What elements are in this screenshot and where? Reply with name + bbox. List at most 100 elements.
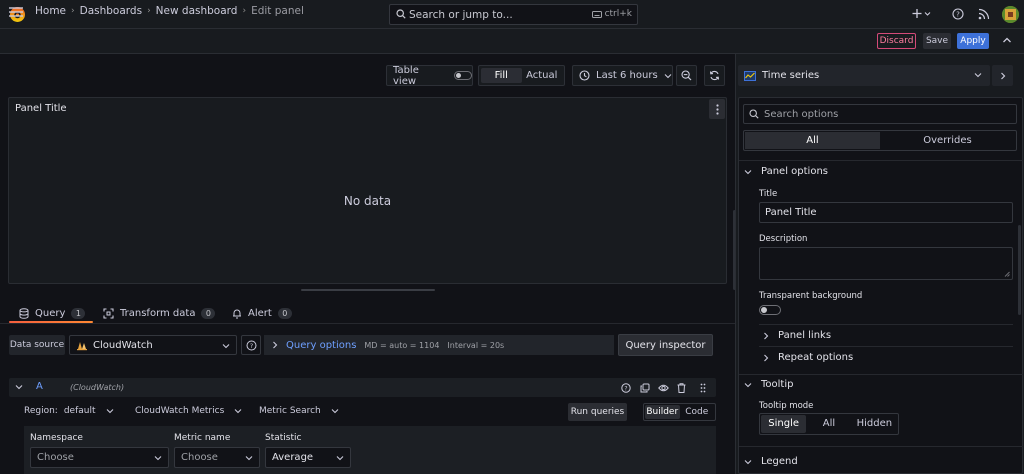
query-options-link[interactable]: Query options	[286, 340, 356, 351]
breadcrumb-dashboards[interactable]: Dashboards	[80, 5, 142, 17]
breadcrumb-home[interactable]: Home	[35, 5, 66, 17]
chevron-up-icon[interactable]	[1002, 36, 1012, 44]
tab-transform[interactable]: Transform data 0	[103, 304, 216, 322]
new-menu-button[interactable]	[911, 7, 933, 22]
repeat-options-section[interactable]: Repeat options	[763, 352, 853, 363]
editor-mode-radio[interactable]: Builder Code	[643, 403, 716, 421]
metric-name-select[interactable]: Choose	[174, 447, 260, 468]
tab-query[interactable]: Query 1	[19, 304, 86, 322]
statistic-select[interactable]: Average	[265, 447, 351, 468]
metric-name-label: Metric name	[174, 433, 231, 443]
chevron-down-icon	[744, 459, 752, 465]
code-option[interactable]: Code	[680, 405, 715, 419]
datasource-select[interactable]: CloudWatch	[69, 335, 237, 355]
time-series-icon	[744, 70, 756, 81]
pane-resize-handle[interactable]	[301, 289, 435, 291]
title-input[interactable]: Panel Title	[759, 202, 1013, 223]
query-options-bar[interactable]: Query options MD = auto = 1104 Interval …	[264, 335, 614, 355]
interval-value: Interval = 20s	[447, 340, 505, 350]
save-button[interactable]: Save	[923, 33, 951, 49]
namespace-select[interactable]: Choose	[30, 447, 169, 468]
description-textarea[interactable]	[759, 247, 1013, 280]
visualization-picker[interactable]: Time series	[738, 65, 990, 86]
zoom-out-button[interactable]	[676, 65, 697, 86]
help-icon: ?	[246, 340, 257, 351]
chevron-right-icon: ›	[242, 6, 247, 16]
more-vertical-icon[interactable]	[709, 99, 725, 119]
copy-icon[interactable]	[640, 383, 650, 393]
breadcrumb-new-dashboard[interactable]: New dashboard	[156, 5, 238, 17]
chevron-down-icon[interactable]	[15, 384, 23, 390]
scrollbar[interactable]	[1018, 225, 1021, 315]
query-ref-id[interactable]: A	[36, 381, 43, 392]
database-icon	[19, 307, 29, 319]
query-mode-select[interactable]: Metric Search	[259, 406, 339, 416]
panel-options-section[interactable]: Panel options	[744, 166, 828, 177]
region-value: default	[63, 406, 96, 416]
datasource-help-button[interactable]: ?	[241, 335, 261, 355]
tooltip-mode-all[interactable]: All	[806, 415, 851, 433]
query-row-header[interactable]: A (CloudWatch) ?	[9, 378, 716, 397]
chevron-down-icon	[331, 408, 339, 414]
rss-icon[interactable]	[978, 8, 990, 20]
table-view-toggle[interactable]: Table view	[386, 65, 473, 87]
namespace-label: Namespace	[30, 433, 83, 443]
transparent-background-toggle[interactable]	[759, 305, 781, 315]
bell-icon	[232, 308, 242, 319]
discard-button[interactable]: Discard	[877, 33, 916, 49]
tooltip-mode-single[interactable]: Single	[761, 415, 807, 433]
help-icon[interactable]: ?	[621, 383, 631, 393]
legend-title: Legend	[761, 456, 798, 467]
search-shortcut: ctrl+k	[591, 9, 632, 19]
chevron-down-icon	[744, 382, 752, 388]
run-queries-button[interactable]: Run queries	[568, 403, 627, 421]
toggle-switch[interactable]	[454, 71, 472, 80]
fill-option[interactable]: Fill	[481, 68, 522, 83]
apply-button[interactable]: Apply	[957, 33, 989, 49]
panel-title: Panel Title	[15, 103, 67, 114]
tooltip-mode-hidden[interactable]: Hidden	[852, 415, 897, 433]
region-select[interactable]: Region: default	[24, 406, 114, 416]
repeat-options-title: Repeat options	[778, 352, 854, 363]
eye-icon[interactable]	[658, 383, 669, 393]
help-icon[interactable]: ?	[952, 8, 964, 20]
tooltip-section[interactable]: Tooltip	[744, 379, 793, 390]
query-type-value: CloudWatch Metrics	[135, 406, 225, 416]
chevron-down-icon	[234, 408, 242, 414]
tooltip-mode-radio[interactable]: Single All Hidden	[759, 413, 899, 435]
time-range-picker[interactable]: Last 6 hours	[572, 65, 673, 86]
divider	[759, 324, 1013, 325]
search-options-placeholder: Search options	[764, 108, 839, 120]
collapse-options-button[interactable]	[992, 65, 1013, 86]
builder-option[interactable]: Builder	[645, 405, 680, 419]
chevron-right-icon	[272, 341, 278, 349]
query-type-select[interactable]: CloudWatch Metrics	[135, 406, 242, 416]
tab-overrides[interactable]: Overrides	[880, 132, 1015, 149]
panel-links-section[interactable]: Panel links	[763, 330, 831, 341]
actual-option[interactable]: Actual	[522, 68, 563, 83]
breadcrumb: Home › Dashboards › New dashboard › Edit…	[35, 5, 304, 17]
legend-section[interactable]: Legend	[744, 456, 798, 467]
search-options-input[interactable]: Search options	[743, 104, 1017, 124]
statistic-label: Statistic	[265, 433, 302, 443]
query-inspector-button[interactable]: Query inspector	[618, 334, 713, 356]
tooltip-title: Tooltip	[761, 379, 794, 390]
tab-alert[interactable]: Alert 0	[232, 304, 292, 322]
menu-icon[interactable]	[9, 7, 23, 17]
drag-handle-icon[interactable]	[700, 383, 706, 393]
trash-icon[interactable]	[677, 383, 686, 393]
datasource-label: Data source	[9, 335, 65, 355]
transform-icon	[103, 307, 114, 319]
tab-all[interactable]: All	[745, 132, 880, 149]
refresh-button[interactable]	[704, 65, 725, 86]
panel-links-title: Panel links	[778, 330, 832, 341]
active-tab-indicator	[9, 321, 93, 323]
chevron-down-icon	[664, 73, 672, 79]
global-search-input[interactable]: Search or jump to... ctrl+k	[389, 4, 638, 25]
alert-count-badge: 0	[277, 307, 292, 319]
fill-actual-radio[interactable]: Fill Actual	[478, 65, 565, 86]
user-avatar[interactable]	[1002, 6, 1019, 23]
breadcrumb-current: Edit panel	[251, 5, 304, 17]
options-filter-tabs[interactable]: All Overrides	[743, 130, 1017, 151]
region-label: Region:	[24, 406, 58, 416]
